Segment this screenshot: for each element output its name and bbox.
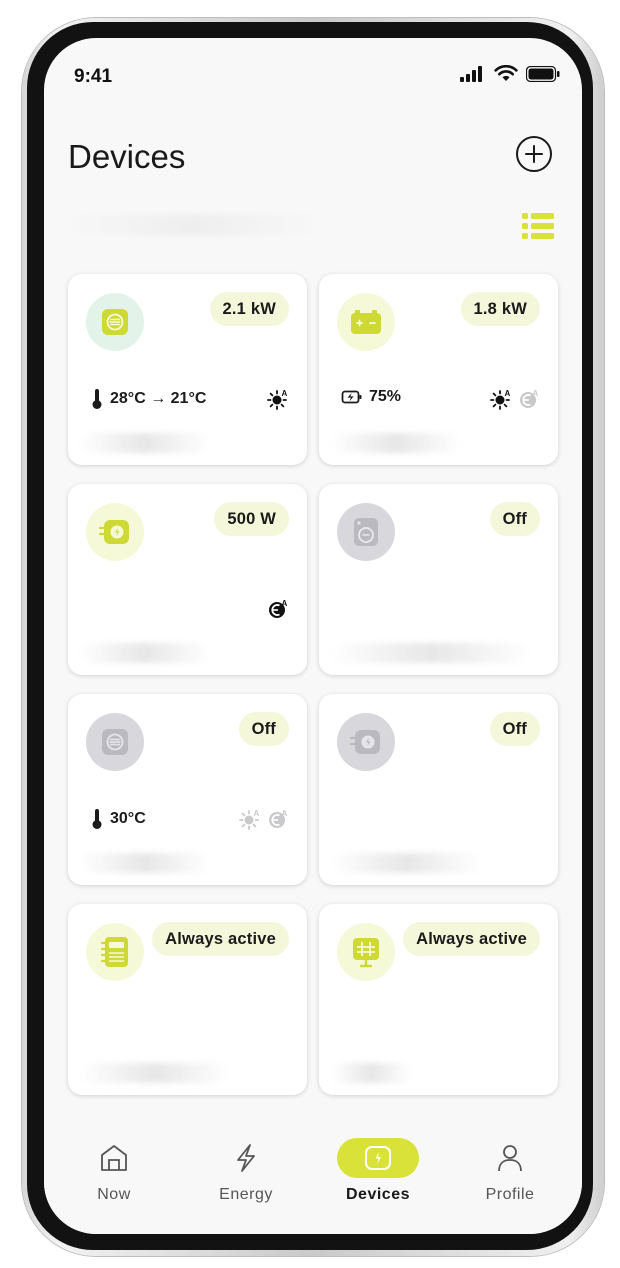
nav-item-devices[interactable]: Devices [318, 1138, 438, 1204]
device-card[interactable]: 2.1 kW 28°C → 21°C A [68, 274, 307, 465]
device-temperature: 28°C → 21°C [110, 390, 207, 407]
lightning-icon [237, 1144, 255, 1172]
thermometer-icon [92, 389, 102, 409]
nav-item-profile[interactable]: Profile [450, 1138, 570, 1204]
device-card[interactable]: 500 W A [68, 484, 307, 675]
add-device-button[interactable] [516, 136, 552, 172]
grid-auto-icon: A [269, 809, 288, 828]
person-icon [498, 1145, 522, 1172]
device-modes: A A [490, 388, 540, 410]
thermometer-icon [92, 809, 102, 829]
nav-label: Devices [346, 1186, 410, 1203]
wallbox-icon [350, 730, 380, 754]
meter-icon [101, 937, 128, 967]
status-bar: 9:41 [44, 38, 582, 118]
device-card[interactable]: Always active [319, 904, 558, 1095]
device-status-badge: Always active [403, 922, 540, 956]
heater-icon [102, 729, 128, 755]
svg-text:A: A [505, 389, 511, 398]
nav-icon-wrap [450, 1138, 570, 1178]
device-power-badge: 500 W [214, 502, 289, 536]
device-icon-circle [86, 713, 144, 771]
solar-auto-icon: A [490, 389, 511, 410]
device-icon-circle [337, 713, 395, 771]
nav-item-energy[interactable]: Energy [186, 1138, 306, 1204]
device-card[interactable]: 1.8 kW 75% A A [319, 274, 558, 465]
blurred-device-name [331, 853, 481, 873]
device-card[interactable]: Off [319, 484, 558, 675]
device-icon-circle [337, 923, 395, 981]
nav-icon-wrap [54, 1138, 174, 1178]
nav-label: Now [97, 1186, 131, 1203]
battery-status-icon [526, 65, 560, 82]
plus-icon [525, 145, 543, 163]
list-view-icon[interactable] [522, 212, 554, 240]
inverter-icon [353, 938, 379, 968]
nav-item-now[interactable]: Now [54, 1138, 174, 1204]
bottom-nav: Now Energy Devices Profile [44, 1116, 582, 1234]
device-power-badge: Off [238, 712, 289, 746]
device-modes: A [267, 598, 289, 620]
blurred-device-name [80, 853, 210, 873]
device-power-badge: 1.8 kW [460, 292, 540, 326]
device-icon-circle [86, 503, 144, 561]
wifi-icon [494, 65, 518, 81]
blurred-device-name [80, 1063, 230, 1083]
blurred-device-name [331, 1063, 411, 1083]
device-card[interactable]: Off 30°C A A [68, 694, 307, 885]
device-icon-circle [337, 503, 395, 561]
device-card[interactable]: Off [319, 694, 558, 885]
grid-auto-icon: A [269, 599, 288, 618]
device-power-badge: Off [489, 712, 540, 746]
screen: 9:41 Devices 2.1 kW 28°C → 21°C A 1.8 kW… [44, 38, 582, 1234]
svg-text:A: A [254, 809, 260, 818]
svg-text:A: A [282, 809, 288, 818]
blurred-device-name [80, 643, 210, 663]
svg-text:A: A [282, 599, 288, 608]
blurred-device-name [331, 643, 531, 663]
solar-auto-icon: A [267, 389, 288, 410]
house-icon [101, 1145, 127, 1171]
device-temperature: 30°C [110, 810, 146, 827]
blurred-device-name [331, 433, 461, 453]
device-card[interactable]: Always active [68, 904, 307, 1095]
device-power-badge: 2.1 kW [209, 292, 289, 326]
wallbox-icon [99, 520, 129, 544]
device-meta: 30°C [90, 808, 146, 830]
device-icon-circle [86, 923, 144, 981]
device-charge-level: 75% [369, 388, 402, 405]
grid-auto-icon: A [520, 389, 539, 408]
cellular-signal-icon [460, 65, 482, 82]
battery-icon [351, 310, 381, 334]
status-icons [460, 65, 560, 82]
heater-icon [102, 309, 128, 335]
device-power-badge: Off [489, 502, 540, 536]
nav-icon-wrap [337, 1138, 419, 1178]
device-icon-circle [337, 293, 395, 351]
svg-text:A: A [282, 389, 288, 398]
device-meta: 75% [341, 388, 401, 406]
solar-auto-icon: A [239, 809, 260, 830]
device-meta: 28°C → 21°C [90, 388, 206, 410]
device-status-badge: Always active [152, 922, 289, 956]
status-time: 9:41 [74, 66, 113, 87]
nav-label: Profile [485, 1186, 535, 1203]
device-icon [365, 1146, 391, 1170]
device-modes: A [267, 388, 289, 410]
svg-text:A: A [533, 389, 539, 398]
blurred-device-name [80, 433, 210, 453]
device-icon-circle [86, 293, 144, 351]
page-title: Devices [68, 138, 186, 175]
battery-charging-icon [341, 390, 362, 404]
washing-machine-icon [354, 518, 378, 546]
nav-label: Energy [219, 1186, 273, 1203]
blurred-filter-bar [64, 214, 324, 236]
nav-icon-wrap [186, 1138, 306, 1178]
device-modes: A A [239, 808, 289, 830]
